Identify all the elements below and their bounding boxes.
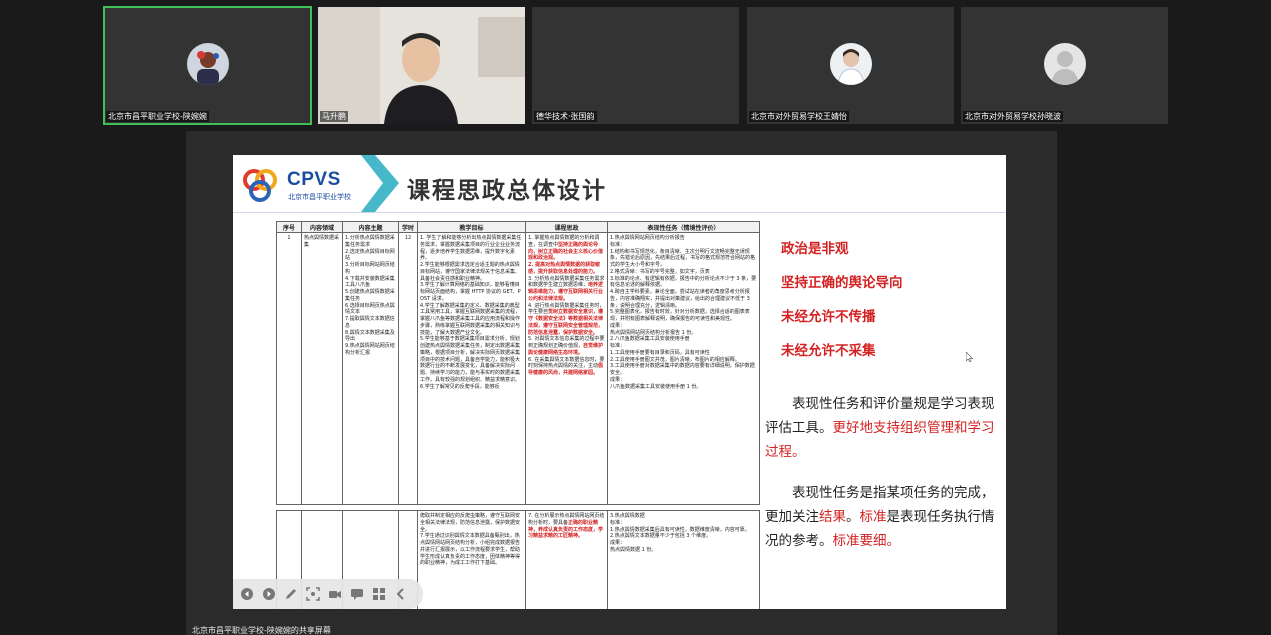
meeting-window: 北京市昌平职业学校-陕婉婉 马升鹏 德华技术·张国韵 北京市对外贸易学校王婧怡 … <box>0 0 1271 635</box>
avatar <box>186 42 229 85</box>
cpvs-logo-icon <box>243 169 277 202</box>
participant-tile[interactable]: 德华技术·张国韵 <box>532 7 739 124</box>
slide: CPVS 北京市昌平职业学校 课程思政总体设计 序号 内容领域 内容主题 学时 <box>233 155 1006 609</box>
cell-domain: 热点舆情数据采集 <box>301 232 343 505</box>
cell-goals: 爬取并制定相应的反爬虫策略，遵守互联网安全相关法律法规，防范信息泄露，保护数据安… <box>417 510 526 609</box>
avatar <box>1043 42 1086 85</box>
note-paragraph-1: 表现性任务和评价量规是学习表现评估工具。更好地支持组织管理和学习过程。 <box>765 392 1005 464</box>
table-row: 1 热点舆情数据采集 1.分析热点舆情数据采集任务需求 2.选定热点舆情目标网站… <box>276 232 760 505</box>
participant-name: 北京市对外贸易学校王婧怡 <box>749 111 849 122</box>
highlight-item: 坚持正确的舆论导向 <box>781 275 903 291</box>
screen-share-label: 北京市昌平职业学校-陕婉婉的共享屏幕 <box>192 626 331 635</box>
chat-icon[interactable] <box>349 586 365 602</box>
grid-icon[interactable] <box>371 586 387 602</box>
cell-topics: 1.分析热点舆情数据采集任务需求 2.选定热点舆情目标网站 3.分析目标网站网页… <box>342 232 399 505</box>
participant-tile[interactable]: 北京市昌平职业学校-陕婉婉 <box>103 6 312 125</box>
prev-icon[interactable] <box>239 586 255 602</box>
avatar <box>829 42 872 85</box>
table-header-row: 序号 内容领域 内容主题 学时 教学目标 课程思政 表现性任务（情境性评价） <box>276 221 760 233</box>
cell-ideology: 7. 在分析展示热点舆情网站网页结构分析时，要具备正确的职业精神，养成认真负责的… <box>525 510 608 609</box>
col-header: 教学目标 <box>417 221 526 233</box>
participant-tile[interactable]: 北京市对外贸易学校王婧怡 <box>747 7 954 124</box>
brand-name: CPVS <box>287 169 341 190</box>
col-header: 课程思政 <box>525 221 608 233</box>
pen-icon[interactable] <box>283 586 299 602</box>
ideology-highlight: 2. 提高对热点舆情数据的获取敏感，提升获取信息处理的能力。 <box>528 262 601 275</box>
camera-icon[interactable] <box>327 586 343 602</box>
ideology-text: 6. 在采集舆情文本数据信息时，要时刻保持热点舆情的关注，主动 <box>528 356 605 370</box>
cell-no: 1 <box>276 232 302 505</box>
participant-name: 北京市昌平职业学校-陕婉婉 <box>106 111 209 122</box>
slide-header: CPVS 北京市昌平职业学校 课程思政总体设计 <box>233 155 1006 213</box>
shared-screen: CPVS 北京市昌平职业学校 课程思政总体设计 序号 内容领域 内容主题 学时 <box>186 131 1057 635</box>
col-header: 内容主题 <box>342 221 399 233</box>
cell-task: 1.热点舆情网站网页结构分析报告 标准： 1.结构和书写规范化，条目清晰、主次分… <box>607 232 760 505</box>
mouse-cursor-icon <box>966 352 973 362</box>
presentation-toolbar <box>233 579 423 609</box>
col-header: 内容领域 <box>301 221 343 233</box>
next-icon[interactable] <box>261 586 277 602</box>
para-highlight: 标准要细。 <box>832 533 901 549</box>
col-header: 学时 <box>398 221 418 233</box>
para-highlight: 标准 <box>859 509 887 525</box>
participant-tile[interactable]: 北京市对外贸易学校孙晓波 <box>961 7 1168 124</box>
para-text: 。 <box>846 509 860 525</box>
title-divider <box>233 212 1006 213</box>
highlight-item: 政治是非观 <box>781 241 849 257</box>
participant-name: 北京市对外贸易学校孙晓波 <box>963 111 1063 122</box>
slide-title: 课程思政总体设计 <box>407 178 607 204</box>
brand-subtitle: 北京市昌平职业学校 <box>288 193 351 201</box>
participant-name: 马升鹏 <box>320 111 348 122</box>
col-header: 表现性任务（情境性评价） <box>607 221 760 233</box>
chevron-decoration-icon <box>361 155 399 212</box>
col-header: 序号 <box>276 221 302 233</box>
cell-hours: 12 <box>398 232 418 505</box>
highlight-item: 未经允许不传播 <box>781 309 876 325</box>
course-design-table: 序号 内容领域 内容主题 学时 教学目标 课程思政 表现性任务（情境性评价） 1… <box>276 221 760 505</box>
screenshot-icon[interactable] <box>305 586 321 602</box>
participant-tile[interactable]: 马升鹏 <box>318 7 525 124</box>
cell-task: 3.热点舆情数据 标准： 1.热点舆情数据采集后具有可读性，数据维度清晰，内容可… <box>607 510 760 609</box>
note-paragraph-2: 表现性任务是指某项任务的完成，更加关注结果。标准是表现任务执行情况的参考。标准要… <box>765 481 1005 553</box>
cell-ideology: 1. 掌握热点舆情数据的分析和调查，在调查中坚持正确的舆论导向，树立正确的社会主… <box>525 232 608 505</box>
collapse-icon[interactable] <box>393 586 409 602</box>
para-highlight: 结果 <box>819 509 846 525</box>
camera-feed <box>318 7 525 124</box>
participant-name: 德华技术·张国韵 <box>534 111 597 122</box>
cell-goals: 1. 学生了解和能够分析出热点舆情数据采集任务需求，掌握数据采集项目的行业企业业… <box>417 232 526 505</box>
